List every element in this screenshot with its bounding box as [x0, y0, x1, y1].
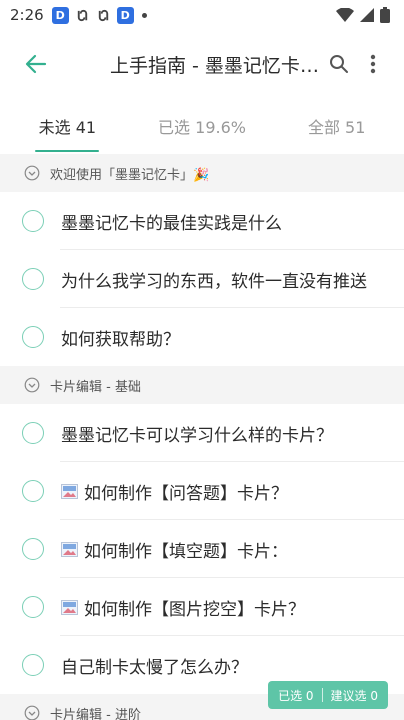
back-arrow-icon[interactable]	[18, 46, 54, 82]
page-title: 上手指南 - 墨墨记忆卡的最佳实践	[110, 54, 322, 77]
check-circle-icon[interactable]	[22, 538, 44, 560]
list-item-text: 如何制作【图片挖空】卡片？	[84, 599, 305, 620]
search-icon[interactable]	[322, 46, 356, 82]
sync-icon	[77, 9, 87, 21]
list-item-text: 自己制卡太慢了怎么办？	[61, 657, 248, 678]
tab-all[interactable]: 全部 51	[269, 98, 404, 154]
list-item[interactable]: 如何制作【图片挖空】卡片？	[0, 578, 404, 636]
more-notifications-dot-icon	[141, 12, 147, 18]
list-item-text: 如何制作【填空题】卡片：	[84, 541, 288, 562]
collapse-chevron-icon	[24, 165, 40, 181]
app-notification-icon: D	[116, 6, 134, 24]
tab-selected[interactable]: 已选 19.6%	[135, 98, 270, 154]
status-time: 2:26	[10, 6, 44, 24]
section-title: 欢迎使用「墨墨记忆卡」🎉	[50, 167, 210, 183]
sync-icon	[98, 9, 108, 21]
image-icon	[61, 541, 78, 557]
check-circle-icon[interactable]	[22, 480, 44, 502]
tab-bar: 未选 41 已选 19.6% 全部 51	[0, 98, 404, 154]
collapse-chevron-icon	[24, 377, 40, 393]
list-item-text: 如何获取帮助？	[61, 329, 180, 350]
check-circle-icon[interactable]	[22, 596, 44, 618]
battery-icon	[380, 7, 390, 23]
check-circle-icon[interactable]	[22, 326, 44, 348]
app-notification-icon: D	[51, 6, 69, 24]
section-title: 卡片编辑 - 进阶	[50, 707, 141, 720]
list-item-text: 墨墨记忆卡的最佳实践是什么	[61, 213, 282, 234]
list-item[interactable]: 为什么我学习的东西，软件一直没有推送	[0, 250, 404, 308]
check-circle-icon[interactable]	[22, 268, 44, 290]
list-item[interactable]: 如何制作【填空题】卡片：	[0, 520, 404, 578]
app-bar: 上手指南 - 墨墨记忆卡的最佳实践	[0, 30, 404, 98]
list-item[interactable]: 如何制作【问答题】卡片？	[0, 462, 404, 520]
divider	[321, 688, 323, 702]
section-header-card-edit-basic[interactable]: 卡片编辑 - 基础	[0, 366, 404, 404]
wifi-icon	[336, 8, 354, 22]
status-bar: 2:26 D D	[0, 0, 404, 30]
check-circle-icon[interactable]	[22, 422, 44, 444]
more-vert-icon[interactable]	[356, 46, 390, 82]
list-item-text: 墨墨记忆卡可以学习什么样的卡片？	[61, 425, 333, 446]
tab-unselected[interactable]: 未选 41	[0, 98, 135, 154]
list-item-text: 如何制作【问答题】卡片？	[84, 483, 288, 504]
list-item[interactable]: 墨墨记忆卡可以学习什么样的卡片？	[0, 404, 404, 462]
image-icon	[61, 483, 78, 499]
list-item-text: 为什么我学习的东西，软件一直没有推送	[61, 271, 367, 292]
list-item[interactable]: 墨墨记忆卡的最佳实践是什么	[0, 192, 404, 250]
selected-count: 已选 0	[278, 688, 314, 703]
image-icon	[61, 599, 78, 615]
list-item[interactable]: 如何获取帮助？	[0, 308, 404, 366]
suggested-count: 建议选 0	[330, 688, 378, 703]
section-title: 卡片编辑 - 基础	[50, 379, 141, 395]
selection-summary-pill[interactable]: 已选 0 建议选 0	[268, 681, 388, 709]
section-header-welcome[interactable]: 欢迎使用「墨墨记忆卡」🎉	[0, 154, 404, 192]
check-circle-icon[interactable]	[22, 210, 44, 232]
check-circle-icon[interactable]	[22, 654, 44, 676]
signal-icon	[360, 8, 374, 22]
collapse-chevron-icon	[24, 705, 40, 720]
